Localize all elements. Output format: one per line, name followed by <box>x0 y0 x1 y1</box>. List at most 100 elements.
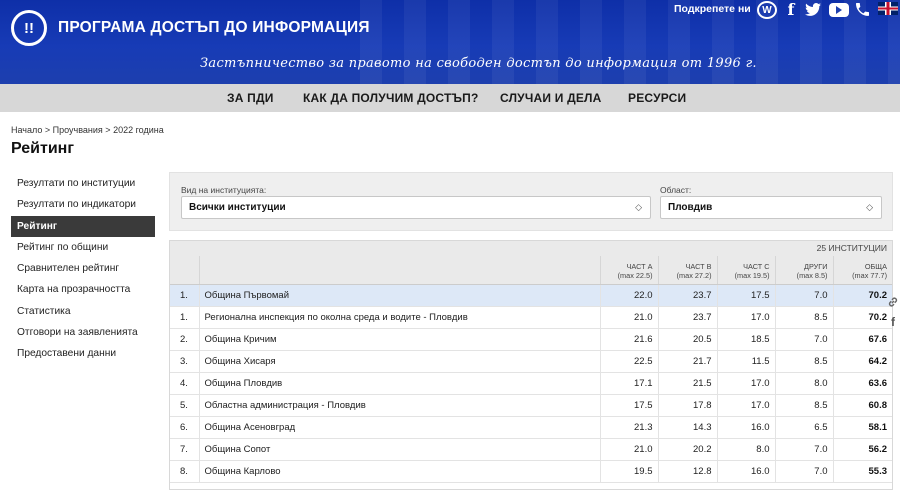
sidebar-item-results-by-institution[interactable]: Резултати по институции <box>11 173 155 194</box>
chevron-updown-icon: ◇ <box>635 202 642 212</box>
table-row[interactable]: 6. Община Асеновград 21.3 14.3 16.0 6.5 58.1 <box>170 416 892 439</box>
logo-icon: !! <box>24 19 34 37</box>
part-a-cell: 21.0 <box>599 306 658 329</box>
site-title[interactable]: ПРОГРАМА ДОСТЪП ДО ИНФОРМАЦИЯ <box>58 19 370 37</box>
twitter-icon[interactable] <box>804 0 822 18</box>
institution-name-cell[interactable]: Община Кричим <box>198 328 600 351</box>
region-label: Област: <box>660 185 692 195</box>
sidebar-item-provided-data[interactable]: Предоставени данни <box>11 343 155 364</box>
institution-name-cell[interactable]: Областна администрация - Пловдив <box>198 394 600 417</box>
nav-item-resources[interactable]: РЕСУРСИ <box>628 91 686 105</box>
column-header-part-b[interactable]: ЧАСТ B (max 27.2) <box>657 256 717 285</box>
rank-cell: 1. <box>170 284 199 307</box>
part-b-cell: 21.5 <box>657 372 717 395</box>
column-header-other[interactable]: ДРУГИ (max 8.5) <box>774 256 833 285</box>
table-row[interactable]: 3. Община Хисаря 22.5 21.7 11.5 8.5 64.2 <box>170 350 892 373</box>
breadcrumb-home[interactable]: Начало <box>11 125 42 135</box>
table-row[interactable]: 1. Регионална инспекция по околна среда и… <box>170 306 892 329</box>
institution-name-cell[interactable]: Община Първомай <box>198 284 600 307</box>
part-a-cell: 21.6 <box>599 328 658 351</box>
institution-name-cell[interactable]: Община Асеновград <box>198 416 600 439</box>
part-a-cell: 19.5 <box>599 460 658 483</box>
institution-name-cell[interactable]: Регионална инспекция по околна среда и в… <box>198 306 600 329</box>
sidebar-item-results-by-indicator[interactable]: Резултати по индикатори <box>11 194 155 215</box>
total-cell: 55.3 <box>832 460 892 483</box>
support-link[interactable]: Подкрепете ни <box>674 3 751 15</box>
rank-cell: 1. <box>170 306 199 329</box>
column-header-part-c[interactable]: ЧАСТ C (max 19.5) <box>716 256 775 285</box>
main-nav: ЗА ПДИ КАК ДА ПОЛУЧИМ ДОСТЪП? СЛУЧАИ И Д… <box>0 84 900 112</box>
other-cell: 6.5 <box>774 416 833 439</box>
part-a-cell: 21.3 <box>599 416 658 439</box>
breadcrumb-surveys[interactable]: Проучвания <box>53 125 103 135</box>
column-header-name <box>198 256 600 285</box>
table-row[interactable]: 7. Община Сопот 21.0 20.2 8.0 7.0 56.2 <box>170 438 892 461</box>
sidebar-item-rating[interactable]: Рейтинг <box>11 215 155 237</box>
nav-item-about[interactable]: ЗА ПДИ <box>227 91 274 105</box>
link-icon[interactable] <box>886 292 900 312</box>
part-b-cell: 23.7 <box>657 306 717 329</box>
other-cell: 8.5 <box>774 394 833 417</box>
breadcrumb: Начало > Проучвания > 2022 година <box>11 125 164 135</box>
column-header-part-a[interactable]: ЧАСТ А (max 22.5) <box>599 256 658 285</box>
share-bar: f <box>886 292 900 332</box>
column-header-total[interactable]: ОБЩА (max 77.7) <box>832 256 892 285</box>
part-a-cell: 21.0 <box>599 438 658 461</box>
part-c-cell: 16.0 <box>716 416 775 439</box>
page-title: Рейтинг <box>11 140 75 157</box>
nav-item-cases[interactable]: СЛУЧАИ И ДЕЛА <box>500 91 602 105</box>
institution-name-cell[interactable]: Община Карлово <box>198 460 600 483</box>
sidebar-item-transparency-map[interactable]: Карта на прозрачността <box>11 279 155 300</box>
sidebar: Резултати по институции Резултати по инд… <box>11 173 155 365</box>
facebook-icon[interactable]: f <box>784 0 798 19</box>
other-cell: 8.0 <box>774 372 833 395</box>
phone-icon[interactable] <box>855 0 869 18</box>
part-b-cell: 21.7 <box>657 350 717 373</box>
youtube-icon[interactable] <box>829 3 849 17</box>
total-cell: 63.6 <box>832 372 892 395</box>
institution-name-cell[interactable]: Община Сопот <box>198 438 600 461</box>
nav-item-access[interactable]: КАК ДА ПОЛУЧИМ ДОСТЪП? <box>303 91 479 105</box>
part-a-cell: 22.5 <box>599 350 658 373</box>
table-row[interactable]: 8. Община Карлово 19.5 12.8 16.0 7.0 55.3 <box>170 460 892 483</box>
part-a-cell: 22.0 <box>599 284 658 307</box>
sidebar-item-rating-by-municipality[interactable]: Рейтинг по общини <box>11 237 155 258</box>
filter-panel: Вид на институцията: Всички институции ◇… <box>169 172 893 231</box>
breadcrumb-separator: > <box>44 125 51 135</box>
chevron-updown-icon: ◇ <box>866 202 873 212</box>
total-cell: 56.2 <box>832 438 892 461</box>
part-c-cell: 16.0 <box>716 460 775 483</box>
part-c-cell: 11.5 <box>716 350 775 373</box>
part-b-cell: 20.5 <box>657 328 717 351</box>
uk-flag-icon[interactable] <box>878 2 898 15</box>
wordpress-icon[interactable]: W <box>757 1 777 19</box>
part-b-cell: 20.2 <box>657 438 717 461</box>
table-header-row: ЧАСТ А (max 22.5) ЧАСТ B (max 27.2) ЧАСТ C… <box>170 256 892 285</box>
sidebar-item-comparative-rating[interactable]: Сравнителен рейтинг <box>11 258 155 279</box>
table-row[interactable]: 2. Община Кричим 21.6 20.5 18.5 7.0 67.6 <box>170 328 892 351</box>
region-select[interactable]: Пловдив ◇ <box>660 196 882 219</box>
institution-name-cell[interactable]: Община Хисаря <box>198 350 600 373</box>
part-c-cell: 18.5 <box>716 328 775 351</box>
sidebar-item-request-answers[interactable]: Отговори на заявленията <box>11 322 155 343</box>
part-c-cell: 17.0 <box>716 306 775 329</box>
table-row[interactable]: 5. Областна администрация - Пловдив 17.5 17… <box>170 394 892 417</box>
rank-cell: 8. <box>170 460 199 483</box>
logo[interactable]: !! <box>11 10 47 46</box>
table-row[interactable]: 1. Община Първомай 22.0 23.7 17.5 7.0 70.2 <box>170 284 892 307</box>
institution-type-value: Всички институции <box>189 202 286 213</box>
facebook-share-icon[interactable]: f <box>886 312 900 332</box>
total-cell: 58.1 <box>832 416 892 439</box>
institution-type-select[interactable]: Всички институции ◇ <box>181 196 651 219</box>
table-row[interactable]: 4. Община Пловдив 17.1 21.5 17.0 8.0 63.6 <box>170 372 892 395</box>
institution-name-cell[interactable]: Община Пловдив <box>198 372 600 395</box>
sidebar-item-statistics[interactable]: Статистика <box>11 301 155 322</box>
part-c-cell: 17.5 <box>716 284 775 307</box>
total-cell: 67.6 <box>832 328 892 351</box>
institutions-count: 25 ИНСТИТУЦИИ <box>170 241 892 256</box>
region-value: Пловдив <box>668 202 713 213</box>
total-cell: 64.2 <box>832 350 892 373</box>
part-c-cell: 8.0 <box>716 438 775 461</box>
breadcrumb-year[interactable]: 2022 година <box>113 125 164 135</box>
ranking-table: 25 ИНСТИТУЦИИ ЧАСТ А (max 22.5) ЧАСТ B (ma… <box>169 240 893 490</box>
